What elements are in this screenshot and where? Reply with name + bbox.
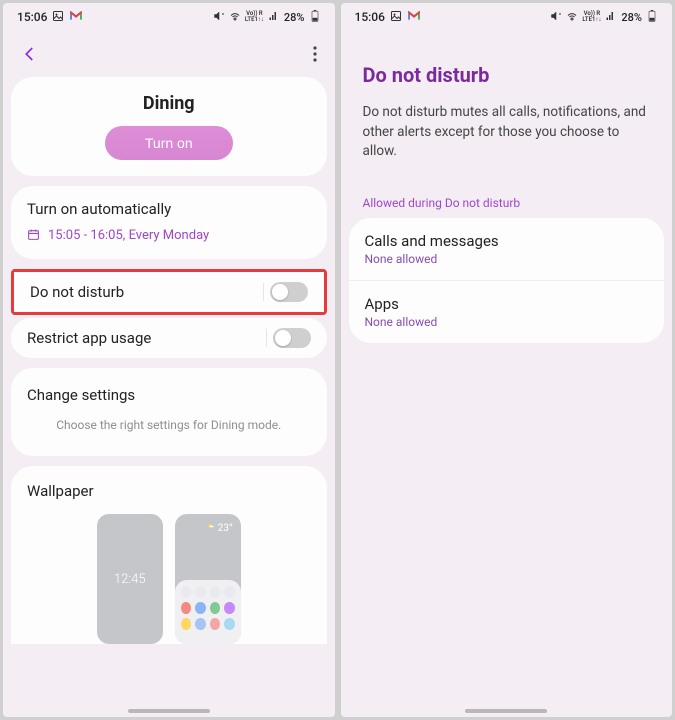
list-item-subtitle: None allowed xyxy=(365,315,649,329)
content-area: Dining Turn on Turn on automatically 15:… xyxy=(3,77,335,717)
battery-percent: 28% xyxy=(621,11,642,24)
do-not-disturb-row[interactable]: Do not disturb xyxy=(14,272,324,312)
divider xyxy=(263,283,264,301)
home-indicator[interactable] xyxy=(128,709,210,713)
battery-icon xyxy=(646,10,658,25)
signal-icon xyxy=(605,10,617,25)
section-label-allowed: Allowed during Do not disturb xyxy=(341,172,673,218)
more-options-button[interactable] xyxy=(313,46,317,66)
mute-icon xyxy=(550,10,562,25)
status-time: 15:06 xyxy=(17,10,47,24)
calendar-icon xyxy=(27,226,40,245)
back-button[interactable] xyxy=(21,45,39,67)
home-indicator[interactable] xyxy=(465,709,547,713)
list-item-title: Apps xyxy=(365,295,649,313)
schedule-text: 15:05 - 16:05, Every Monday xyxy=(48,228,209,243)
change-settings-card[interactable]: Change settings Choose the right setting… xyxy=(11,368,327,456)
battery-icon xyxy=(309,10,321,25)
restrict-toggle[interactable] xyxy=(273,328,311,348)
lock-time: 12:45 xyxy=(114,572,146,587)
network-label: Vo)) RLTE1↑↓ xyxy=(245,11,264,23)
status-bar: 15:06 Vo)) RLTE1↑↓ 28% xyxy=(341,3,673,31)
image-icon xyxy=(390,10,402,25)
divider xyxy=(266,329,267,347)
wallpaper-title: Wallpaper xyxy=(27,482,311,500)
dnd-toggle[interactable] xyxy=(270,282,308,302)
restrict-app-usage-row[interactable]: Restrict app usage xyxy=(11,318,327,358)
weather-icon xyxy=(206,522,215,534)
phone-screen-dnd-settings: 15:06 Vo)) RLTE1↑↓ 28% Do not disturb Do… xyxy=(341,3,673,717)
auto-title: Turn on automatically xyxy=(27,200,311,218)
wallpaper-card[interactable]: Wallpaper 12:45 23° xyxy=(11,466,327,644)
page-description: Do not disturb mutes all calls, notifica… xyxy=(363,103,651,162)
gmail-icon xyxy=(407,10,421,24)
wifi-icon xyxy=(229,10,241,25)
status-time: 15:06 xyxy=(355,10,385,24)
gmail-icon xyxy=(69,10,83,24)
allowed-list: Calls and messages None allowed Apps Non… xyxy=(349,218,665,343)
turn-on-button[interactable]: Turn on xyxy=(105,126,233,160)
lock-screen-preview[interactable]: 12:45 xyxy=(97,514,163,644)
app-tray-preview xyxy=(175,580,241,644)
list-item-subtitle: None allowed xyxy=(365,252,649,266)
page-header: Do not disturb Do not disturb mutes all … xyxy=(341,31,673,172)
highlighted-dnd-row: Do not disturb xyxy=(11,269,327,315)
auto-schedule-card[interactable]: Turn on automatically 15:05 - 16:05, Eve… xyxy=(11,186,327,259)
mode-hero-card: Dining Turn on xyxy=(11,77,327,176)
phone-screen-mode-settings: 15:06 Vo)) RLTE1↑↓ 28% Dining Turn xyxy=(3,3,335,717)
network-label: Vo)) RLTE1↑↓ xyxy=(582,11,601,23)
wifi-icon xyxy=(566,10,578,25)
image-icon xyxy=(52,10,64,25)
dnd-label: Do not disturb xyxy=(30,283,124,301)
calls-and-messages-item[interactable]: Calls and messages None allowed xyxy=(349,218,665,280)
battery-percent: 28% xyxy=(284,11,305,24)
status-bar: 15:06 Vo)) RLTE1↑↓ 28% xyxy=(3,3,335,31)
weather-temp: 23° xyxy=(218,523,233,534)
list-item-title: Calls and messages xyxy=(365,232,649,250)
change-settings-title: Change settings xyxy=(27,386,311,404)
signal-icon xyxy=(268,10,280,25)
app-header xyxy=(3,31,335,77)
change-settings-subtitle: Choose the right settings for Dining mod… xyxy=(27,418,311,432)
mute-icon xyxy=(213,10,225,25)
apps-item[interactable]: Apps None allowed xyxy=(349,280,665,343)
restrict-label: Restrict app usage xyxy=(27,329,151,347)
mode-title: Dining xyxy=(27,93,311,114)
page-title: Do not disturb xyxy=(363,63,651,87)
home-screen-preview[interactable]: 23° xyxy=(175,514,241,644)
